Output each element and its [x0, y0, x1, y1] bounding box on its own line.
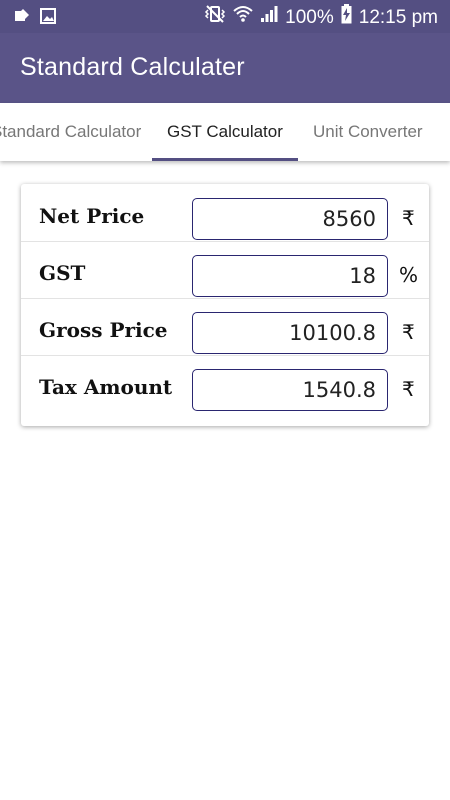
tab-gst-calculator[interactable]: GST Calculator — [167, 122, 283, 142]
gross-price-label: Gross Price — [39, 318, 168, 342]
status-bar: 100% 12:15 pm — [0, 0, 450, 33]
status-left-icons — [14, 8, 56, 24]
signal-icon — [260, 5, 278, 30]
app-bar: Standard Calculater — [0, 33, 450, 103]
status-time: 12:15 pm — [358, 6, 438, 28]
tax-amount-input[interactable]: 1540.8 — [192, 369, 388, 411]
image-icon — [40, 8, 56, 24]
notification-icon — [14, 8, 30, 24]
gst-label: GST — [39, 261, 86, 285]
battery-charging-icon — [341, 4, 352, 31]
app-title: Standard Calculater — [20, 53, 245, 81]
tax-amount-row: Tax Amount 1540.8 ₹ — [21, 355, 429, 412]
tab-standard-calculator[interactable]: Standard Calculator — [0, 122, 141, 142]
tab-bar: Standard Calculator GST Calculator Unit … — [0, 103, 450, 161]
tax-amount-label: Tax Amount — [39, 375, 173, 399]
gst-form-card: Net Price 8560 ₹ GST 18 % Gross Price 10… — [21, 184, 429, 426]
gst-row: GST 18 % — [21, 241, 429, 299]
vibrate-mute-icon — [204, 5, 226, 30]
battery-percent: 100% — [285, 6, 334, 28]
wifi-icon — [233, 5, 253, 30]
net-price-label: Net Price — [39, 204, 145, 228]
status-right-group: 100% 12:15 pm — [204, 4, 438, 31]
gross-price-input[interactable]: 10100.8 — [192, 312, 388, 354]
net-price-input[interactable]: 8560 — [192, 198, 388, 240]
net-price-row: Net Price 8560 ₹ — [21, 184, 429, 242]
gross-price-row: Gross Price 10100.8 ₹ — [21, 298, 429, 356]
rupee-symbol: ₹ — [402, 206, 415, 230]
active-tab-indicator — [152, 158, 298, 161]
gst-input[interactable]: 18 — [192, 255, 388, 297]
tab-unit-converter[interactable]: Unit Converter — [313, 122, 423, 142]
rupee-symbol: ₹ — [402, 377, 415, 401]
percent-symbol: % — [399, 263, 419, 287]
rupee-symbol: ₹ — [402, 320, 415, 344]
